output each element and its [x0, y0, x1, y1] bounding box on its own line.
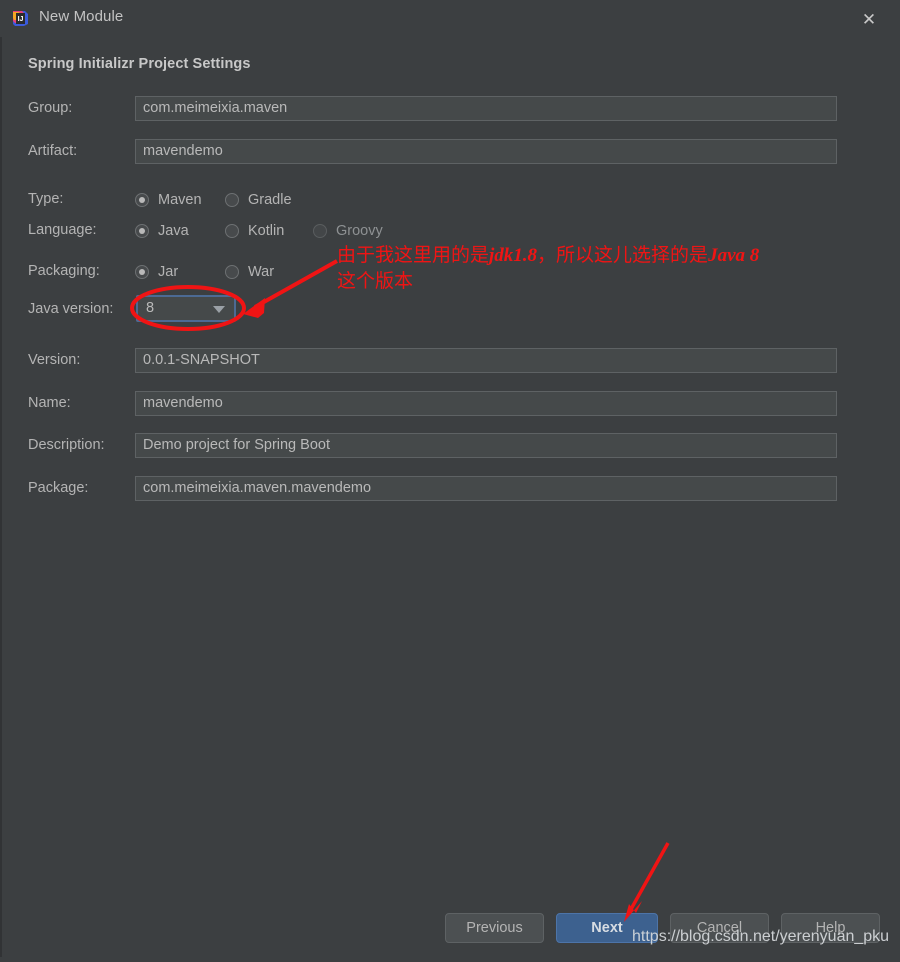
radio-label: Jar: [158, 264, 179, 280]
radio-gradle[interactable]: Gradle: [225, 190, 292, 210]
annotation-text-b: ，所以这儿选择的是: [537, 245, 709, 266]
radio-row-label-2: Packaging:: [28, 263, 100, 279]
radio-jar[interactable]: Jar: [135, 262, 178, 282]
arrow-line-to-next: [628, 842, 670, 912]
radio-dot-icon: [135, 193, 149, 207]
svg-text:IJ: IJ: [18, 16, 24, 23]
radio-label: Java: [158, 223, 189, 239]
radio-row-label-1: Language:: [28, 222, 97, 238]
window-left-edge: [0, 0, 2, 957]
field-label-1: Artifact:: [28, 143, 78, 159]
field-label-5: Package:: [28, 480, 89, 496]
radio-label: War: [248, 264, 275, 280]
watermark-url: https://blog.csdn.net/yerenyuan_pku: [632, 928, 890, 945]
arrow-head-to-combo: [243, 298, 265, 318]
radio-dot-icon: [313, 224, 327, 238]
radio-dot-icon: [135, 265, 149, 279]
field-label-4: Description:: [28, 437, 105, 453]
field-input-5[interactable]: com.meimeixia.maven.mavendemo: [135, 476, 837, 501]
java-version-label: Java version:: [28, 301, 114, 317]
chevron-down-icon: [213, 306, 225, 313]
field-input-1[interactable]: mavendemo: [135, 139, 837, 164]
java-version-value: 8: [146, 300, 155, 316]
annotation-text-jdk: jdk1.8: [489, 245, 538, 266]
annotation-text-a: 由于我这里用的是: [337, 245, 490, 266]
radio-dot-icon: [225, 193, 239, 207]
radio-label: Maven: [158, 192, 202, 208]
window-title: New Module: [39, 8, 124, 25]
field-label-0: Group:: [28, 100, 73, 116]
radio-row-label-0: Type:: [28, 191, 64, 207]
radio-dot-icon: [135, 224, 149, 238]
java-version-select[interactable]: 8: [136, 295, 236, 322]
radio-dot-icon: [225, 224, 239, 238]
field-label-2: Version:: [28, 352, 81, 368]
intellij-idea-icon: IJ: [11, 9, 30, 28]
radio-dot-icon: [225, 265, 239, 279]
radio-maven[interactable]: Maven: [135, 190, 202, 210]
title-bar: IJ New Module ✕: [0, 0, 900, 37]
radio-groovy[interactable]: Groovy: [313, 221, 383, 241]
previous-button[interactable]: Previous: [445, 913, 544, 943]
annotation-line-2: 这个版本: [337, 271, 414, 292]
radio-label: Kotlin: [248, 223, 285, 239]
page-title: Spring Initializr Project Settings: [28, 56, 251, 72]
annotation-line-1: 由于我这里用的是jdk1.8，所以这儿选择的是Java 8: [337, 243, 759, 268]
field-input-0[interactable]: com.meimeixia.maven: [135, 96, 837, 121]
radio-label: Groovy: [336, 223, 383, 239]
annotation-text-java8: Java 8: [708, 245, 760, 266]
close-icon[interactable]: ✕: [848, 4, 890, 34]
radio-java[interactable]: Java: [135, 221, 189, 241]
field-input-3[interactable]: mavendemo: [135, 391, 837, 416]
field-input-2[interactable]: 0.0.1-SNAPSHOT: [135, 348, 837, 373]
field-label-3: Name:: [28, 395, 71, 411]
radio-kotlin[interactable]: Kotlin: [225, 221, 284, 241]
new-module-dialog: IJ New Module ✕ Spring Initializr Projec…: [0, 0, 900, 957]
field-input-4[interactable]: Demo project for Spring Boot: [135, 433, 837, 458]
radio-war[interactable]: War: [225, 262, 274, 282]
radio-label: Gradle: [248, 192, 292, 208]
